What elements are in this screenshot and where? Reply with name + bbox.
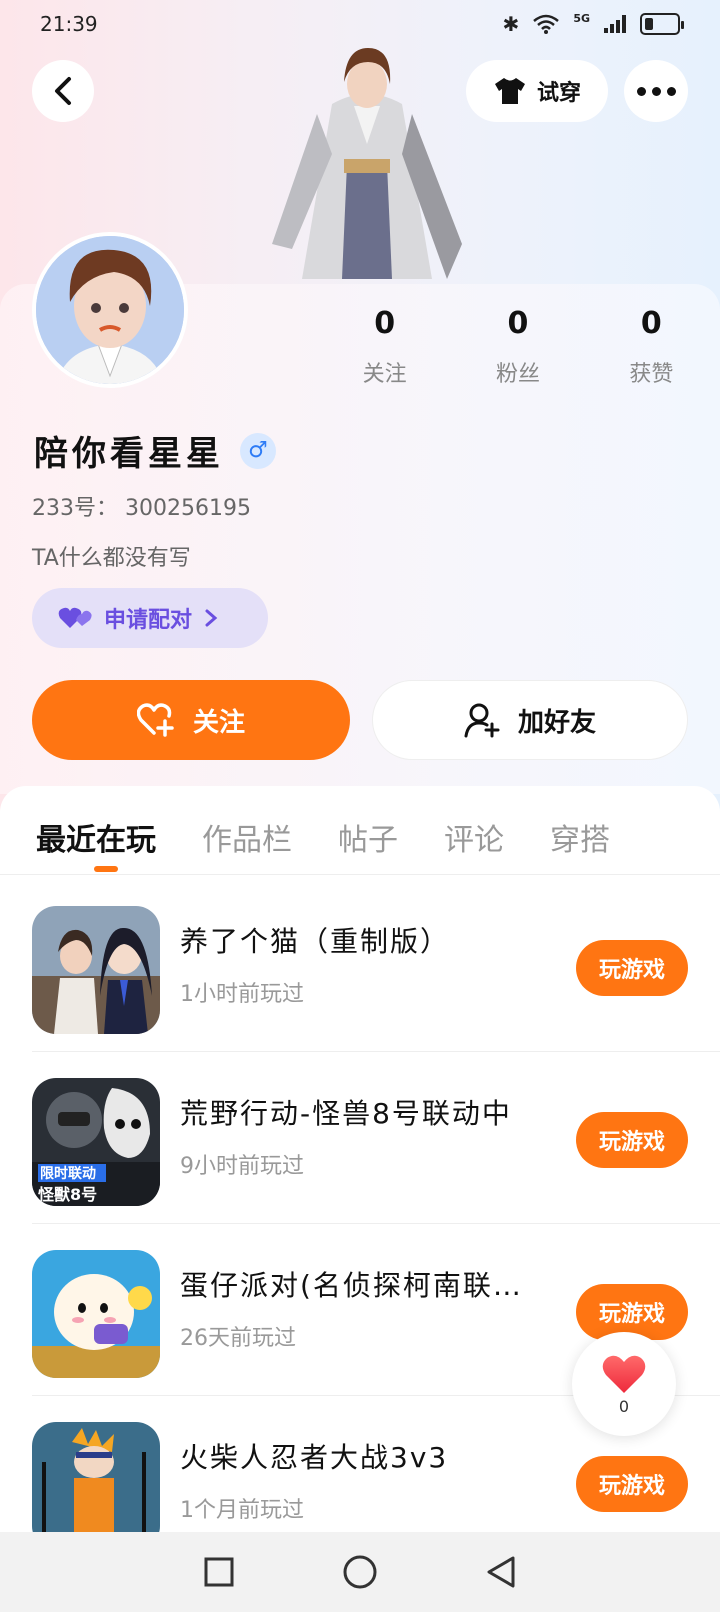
game-last-played: 9小时前玩过 bbox=[180, 1154, 304, 1179]
stat-label: 粉丝 bbox=[495, 362, 540, 387]
game-icon bbox=[32, 1422, 160, 1550]
add-friend-button[interactable]: 加好友 bbox=[372, 680, 688, 760]
request-match-button[interactable]: 申请配对 bbox=[32, 588, 268, 648]
character-illustration bbox=[272, 48, 462, 279]
stat-value: 0 bbox=[507, 306, 529, 341]
status-time: 21:39 bbox=[40, 12, 98, 36]
tab-recent-played[interactable]: 最近在玩 bbox=[36, 815, 156, 859]
follow-label: 关注 bbox=[192, 707, 245, 738]
play-game-button[interactable]: 玩游戏 bbox=[576, 1456, 688, 1512]
chevron-right-icon bbox=[205, 609, 218, 627]
game-name: 养了个猫（重制版） bbox=[180, 925, 451, 958]
avatar-image bbox=[36, 236, 184, 384]
signal-icon bbox=[604, 15, 626, 33]
game-name: 火柴人忍者大战3v3 bbox=[180, 1441, 449, 1474]
stats-row: 0 关注 0 粉丝 0 获赞 bbox=[318, 304, 718, 394]
game-last-played: 26天前玩过 bbox=[180, 1326, 296, 1351]
game-icon: 限时联动 怪獸8号 bbox=[32, 1078, 160, 1206]
game-icon bbox=[32, 1250, 160, 1378]
hearts-icon bbox=[58, 607, 92, 628]
try-on-label: 试穿 bbox=[536, 81, 581, 106]
status-icons: ✱ 5G bbox=[502, 12, 684, 36]
tab-posts[interactable]: 帖子 bbox=[338, 815, 398, 859]
more-dot-icon bbox=[636, 86, 646, 96]
like-button[interactable]: 0 bbox=[572, 1332, 676, 1436]
stat-likes[interactable]: 0 获赞 bbox=[585, 304, 718, 394]
game-last-played: 1个月前玩过 bbox=[180, 1498, 304, 1523]
like-count: 0 bbox=[618, 1396, 630, 1416]
stat-label: 关注 bbox=[362, 362, 407, 387]
stat-value: 0 bbox=[374, 306, 396, 341]
game-name: 荒野行动-怪兽8号联动中 bbox=[180, 1097, 512, 1130]
bio: TA什么都没有写 bbox=[32, 546, 191, 571]
add-user-icon bbox=[464, 703, 500, 738]
user-id: 233号： 300256195 bbox=[32, 496, 251, 521]
list-item[interactable]: 限时联动 怪獸8号 荒野行动-怪兽8号联动中 9小时前玩过 玩游戏 bbox=[0, 1048, 720, 1224]
add-friend-label: 加好友 bbox=[517, 707, 596, 738]
tab-outfits[interactable]: 穿搭 bbox=[550, 815, 610, 859]
home-button[interactable] bbox=[342, 1554, 378, 1590]
status-bar: 21:39 ✱ 5G bbox=[0, 0, 720, 48]
follow-button[interactable]: 关注 bbox=[32, 680, 350, 760]
stat-fans[interactable]: 0 粉丝 bbox=[451, 304, 584, 394]
list-item[interactable]: 养了个猫（重制版） 1小时前玩过 玩游戏 bbox=[0, 876, 720, 1052]
divider bbox=[0, 874, 720, 875]
game-icon bbox=[32, 906, 160, 1034]
play-game-button[interactable]: 玩游戏 bbox=[576, 1284, 688, 1340]
shirt-icon bbox=[494, 78, 525, 104]
nickname-row: 陪你看星星 ♂ bbox=[34, 426, 276, 475]
stat-label: 获赞 bbox=[629, 362, 674, 387]
network-type: 5G bbox=[573, 12, 590, 25]
request-match-label: 申请配对 bbox=[104, 608, 193, 633]
bluetooth-icon: ✱ bbox=[502, 12, 520, 36]
stat-following[interactable]: 0 关注 bbox=[318, 304, 451, 394]
tab-comments[interactable]: 评论 bbox=[444, 815, 504, 859]
play-game-button[interactable]: 玩游戏 bbox=[576, 940, 688, 996]
male-icon: ♂ bbox=[240, 432, 276, 469]
wifi-icon bbox=[533, 14, 560, 34]
heart-plus-icon bbox=[136, 703, 174, 737]
game-last-played: 1小时前玩过 bbox=[180, 982, 304, 1007]
heart-icon bbox=[602, 1355, 646, 1393]
active-tab-indicator bbox=[94, 866, 118, 872]
tab-works[interactable]: 作品栏 bbox=[202, 815, 292, 859]
stat-value: 0 bbox=[640, 306, 662, 341]
back-nav-button[interactable] bbox=[485, 1555, 517, 1589]
back-button[interactable] bbox=[32, 60, 94, 122]
try-on-button[interactable]: 试穿 bbox=[466, 60, 608, 122]
play-game-button[interactable]: 玩游戏 bbox=[576, 1112, 688, 1168]
more-dot-icon bbox=[651, 86, 661, 96]
game-icon-text: 怪獸8号 bbox=[38, 1185, 97, 1204]
chevron-left-icon bbox=[55, 77, 71, 105]
profile-tabs: 最近在玩 作品栏 帖子 评论 穿搭 bbox=[0, 800, 720, 874]
recent-apps-button[interactable] bbox=[203, 1556, 235, 1588]
system-nav-bar bbox=[0, 1532, 720, 1612]
game-icon-text: 限时联动 bbox=[40, 1165, 96, 1182]
battery-icon bbox=[640, 13, 684, 35]
avatar[interactable] bbox=[32, 232, 188, 388]
game-name: 蛋仔派对(名侦探柯南联… bbox=[180, 1269, 523, 1302]
more-button[interactable] bbox=[624, 60, 688, 122]
more-dot-icon bbox=[666, 86, 676, 96]
nickname: 陪你看星星 bbox=[34, 434, 224, 474]
